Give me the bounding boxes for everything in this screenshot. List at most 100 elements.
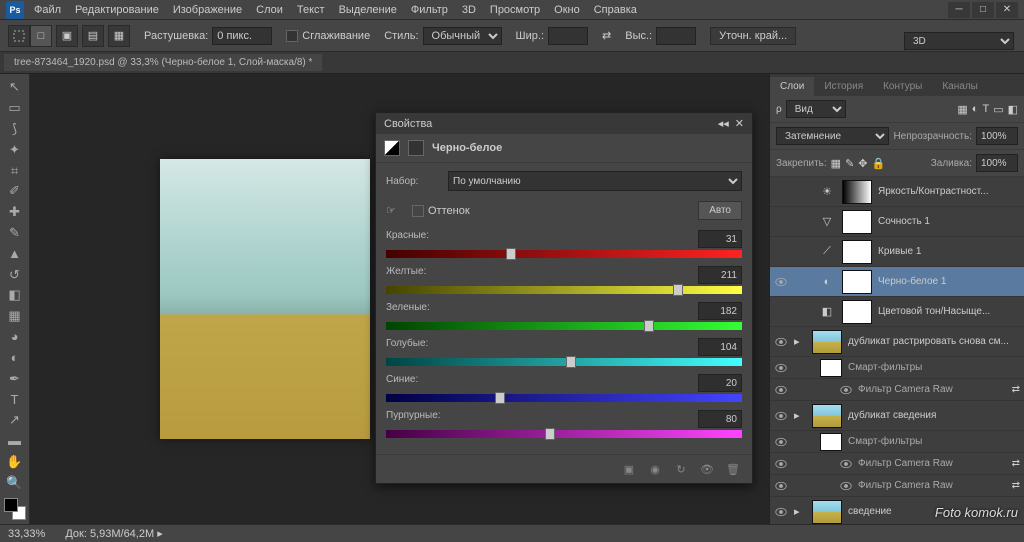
- style-select[interactable]: Обычный: [423, 27, 502, 45]
- layer-name[interactable]: Черно-белое 1: [878, 276, 1020, 287]
- slider-track[interactable]: [386, 430, 742, 438]
- visibility-toggle[interactable]: [774, 215, 788, 229]
- layer-row[interactable]: Фильтр Camera Raw ⇄: [770, 379, 1024, 401]
- minimize-button[interactable]: ─: [948, 2, 970, 18]
- visibility-toggle[interactable]: [774, 275, 788, 289]
- brush-tool[interactable]: ✎: [4, 224, 26, 243]
- slider-track[interactable]: [386, 322, 742, 330]
- visibility-toggle[interactable]: [774, 335, 788, 349]
- healing-tool[interactable]: ✚: [4, 203, 26, 222]
- hand-tool[interactable]: ✋: [4, 452, 26, 471]
- tab-channels[interactable]: Каналы: [932, 77, 988, 96]
- tint-checkbox[interactable]: [412, 205, 424, 217]
- history-brush-tool[interactable]: ↺: [4, 265, 26, 284]
- layer-row[interactable]: Смарт-фильтры: [770, 357, 1024, 379]
- layer-name[interactable]: Цветовой тон/Насыще...: [878, 306, 1020, 317]
- menu-image[interactable]: Изображение: [173, 4, 242, 16]
- layer-kind-select[interactable]: Вид: [786, 100, 846, 118]
- layer-name[interactable]: Кривые 1: [878, 246, 1020, 257]
- filter-type-icon[interactable]: T: [982, 103, 989, 115]
- zoom-tool[interactable]: 🔍: [4, 473, 26, 492]
- menu-edit[interactable]: Редактирование: [75, 4, 159, 16]
- blur-tool[interactable]: ◕: [4, 328, 26, 347]
- slider-thumb[interactable]: [545, 428, 555, 440]
- slider-value-input[interactable]: [698, 410, 742, 428]
- menu-view[interactable]: Просмотр: [490, 4, 540, 16]
- layer-row[interactable]: ◧Цветовой тон/Насыще...: [770, 297, 1024, 327]
- crop-tool[interactable]: ⌗: [4, 161, 26, 180]
- target-adjust-icon[interactable]: ☞: [386, 204, 406, 217]
- layer-row[interactable]: ⟋Кривые 1: [770, 237, 1024, 267]
- selection-add-icon[interactable]: ▣: [56, 25, 78, 47]
- marquee-tool-preset[interactable]: [8, 25, 30, 47]
- filter-options-icon[interactable]: ⇄: [1012, 384, 1020, 395]
- slider-track[interactable]: [386, 286, 742, 294]
- layer-list[interactable]: ☀Яркость/Контрастност...▽Сочность 1⟋Крив…: [770, 177, 1024, 524]
- slider-thumb[interactable]: [673, 284, 683, 296]
- layer-name[interactable]: Яркость/Контрастност...: [878, 186, 1020, 197]
- selection-new-icon[interactable]: □: [30, 25, 52, 47]
- auto-button[interactable]: Авто: [698, 201, 742, 220]
- filter-options-icon[interactable]: ⇄: [1012, 480, 1020, 491]
- move-tool[interactable]: ↖: [4, 78, 26, 97]
- filter-visibility[interactable]: [840, 459, 852, 469]
- visibility-toggle[interactable]: [774, 505, 788, 519]
- visibility-toggle[interactable]: [774, 435, 788, 449]
- reset-icon[interactable]: ↻: [672, 461, 690, 477]
- height-input[interactable]: [656, 27, 696, 45]
- filter-mask-thumb[interactable]: [820, 433, 842, 451]
- filter-name[interactable]: Фильтр Camera Raw: [858, 384, 953, 395]
- lock-all-icon[interactable]: 🔒: [872, 157, 886, 170]
- menu-3d[interactable]: 3D: [462, 4, 476, 16]
- menu-layers[interactable]: Слои: [256, 4, 283, 16]
- visibility-toggle[interactable]: [774, 383, 788, 397]
- fill-input[interactable]: [976, 154, 1018, 172]
- close-button[interactable]: ✕: [996, 2, 1018, 18]
- layer-row[interactable]: Смарт-фильтры: [770, 431, 1024, 453]
- filter-shape-icon[interactable]: ▭: [993, 103, 1003, 116]
- type-tool[interactable]: T: [4, 390, 26, 409]
- filter-visibility[interactable]: [840, 481, 852, 491]
- visibility-toggle[interactable]: [774, 245, 788, 259]
- visibility-toggle[interactable]: [774, 361, 788, 375]
- maximize-button[interactable]: □: [972, 2, 994, 18]
- slider-track[interactable]: [386, 250, 742, 258]
- feather-input[interactable]: [212, 27, 272, 45]
- slider-track[interactable]: [386, 358, 742, 366]
- selection-intersect-icon[interactable]: ▦: [108, 25, 130, 47]
- layer-thumb[interactable]: [812, 500, 842, 524]
- dodge-tool[interactable]: ◐: [4, 348, 26, 367]
- mask-thumb[interactable]: [842, 270, 872, 294]
- preset-select[interactable]: По умолчанию: [448, 171, 742, 191]
- gradient-tool[interactable]: ▦: [4, 307, 26, 326]
- blend-mode-select[interactable]: Затемнение: [776, 127, 889, 145]
- tab-paths[interactable]: Контуры: [873, 77, 932, 96]
- workspace-select[interactable]: 3D: [904, 32, 1014, 50]
- menu-help[interactable]: Справка: [594, 4, 637, 16]
- layer-name[interactable]: Сочность 1: [878, 216, 1020, 227]
- menu-file[interactable]: Файл: [34, 4, 61, 16]
- filter-options-icon[interactable]: ⇄: [1012, 458, 1020, 469]
- slider-thumb[interactable]: [495, 392, 505, 404]
- mask-thumb[interactable]: [842, 210, 872, 234]
- layer-thumb[interactable]: [812, 330, 842, 354]
- filter-adj-icon[interactable]: ◐: [972, 103, 979, 115]
- layer-row[interactable]: ▸дубликат сведения: [770, 401, 1024, 431]
- filter-pixel-icon[interactable]: ▦: [957, 103, 967, 116]
- document-tab[interactable]: tree-873464_1920.psd @ 33,3% (Черно-бело…: [4, 54, 322, 71]
- shape-tool[interactable]: ▬: [4, 432, 26, 451]
- visibility-toggle[interactable]: [774, 457, 788, 471]
- layer-row[interactable]: ▽Сочность 1: [770, 207, 1024, 237]
- visibility-toggle[interactable]: [774, 479, 788, 493]
- layer-thumb[interactable]: [812, 404, 842, 428]
- opacity-input[interactable]: [976, 127, 1018, 145]
- zoom-value[interactable]: 33,33%: [8, 528, 45, 540]
- menu-select[interactable]: Выделение: [339, 4, 397, 16]
- filter-name[interactable]: Фильтр Camera Raw: [858, 480, 953, 491]
- filter-visibility[interactable]: [840, 385, 852, 395]
- marquee-tool[interactable]: ▭: [4, 99, 26, 118]
- visibility-icon[interactable]: 👁: [698, 461, 716, 477]
- mask-thumb[interactable]: [842, 180, 872, 204]
- eraser-tool[interactable]: ◧: [4, 286, 26, 305]
- tab-history[interactable]: История: [814, 77, 873, 96]
